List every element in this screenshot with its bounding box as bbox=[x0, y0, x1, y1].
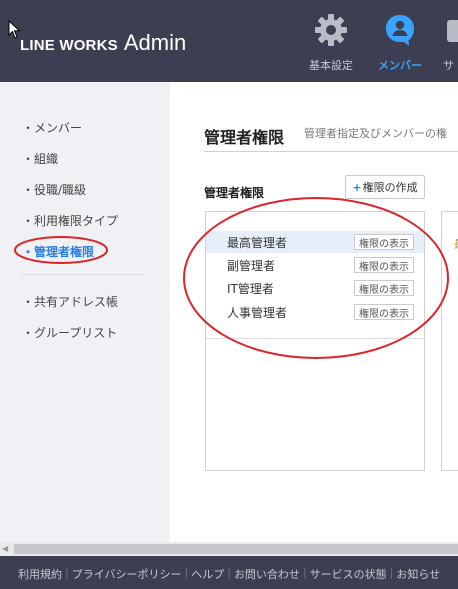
create-permission-button[interactable]: + 権限の作成 bbox=[345, 175, 425, 199]
footer-separator: | bbox=[184, 566, 189, 579]
sidebar-divider bbox=[22, 274, 144, 275]
sidebar-item-position[interactable]: ・役職/職級 bbox=[22, 181, 86, 198]
footer-separator: | bbox=[302, 566, 307, 579]
admin-role-list: 最高管理者 権限の表示 副管理者 権限の表示 IT管理者 権限の表示 人事管理者… bbox=[205, 211, 425, 471]
page-title: 管理者権限 bbox=[204, 128, 285, 147]
service-icon bbox=[447, 20, 458, 42]
footer-separator: | bbox=[389, 566, 394, 579]
sidebar: ・メンバー ・組織 ・役職/職級 ・利用権限タイプ ・管理者権限 ・共有アドレス… bbox=[0, 82, 170, 542]
nav-service-label: サ bbox=[443, 59, 454, 72]
footer-link-contact[interactable]: お問い合わせ bbox=[234, 566, 300, 582]
footer-link-privacy[interactable]: プライバシーポリシー bbox=[72, 566, 182, 582]
sidebar-item-usage-permission-type[interactable]: ・利用権限タイプ bbox=[22, 212, 118, 229]
plus-icon: + bbox=[352, 180, 362, 194]
section-title: 管理者権限 bbox=[204, 186, 265, 200]
footer-link-service-status[interactable]: サービスの状態 bbox=[310, 566, 387, 582]
nav-service[interactable]: サ bbox=[440, 0, 458, 82]
role-row-super-admin[interactable]: 最高管理者 権限の表示 bbox=[206, 231, 424, 253]
sidebar-item-organization[interactable]: ・組織 bbox=[22, 150, 58, 167]
title-divider bbox=[204, 151, 458, 152]
sidebar-item-member[interactable]: ・メンバー bbox=[22, 119, 82, 136]
main-content: 管理者権限 管理者指定及びメンバーの権 管理者権限 + 権限の作成 最高管理者 … bbox=[170, 82, 458, 542]
role-row-sub-admin[interactable]: 副管理者 権限の表示 bbox=[206, 254, 424, 276]
role-name: 副管理者 bbox=[227, 258, 276, 273]
footer-link-notice[interactable]: お知らせ bbox=[396, 566, 440, 582]
logo-product: Admin bbox=[123, 30, 187, 55]
nav-member[interactable]: メンバー bbox=[372, 0, 428, 82]
member-icon bbox=[386, 15, 414, 46]
logo-brand: LINE WORKS bbox=[20, 37, 118, 54]
app-logo[interactable]: LINE WORKS Admin bbox=[20, 30, 186, 56]
footer-separator: | bbox=[65, 566, 69, 579]
role-row-hr-admin[interactable]: 人事管理者 権限の表示 bbox=[206, 301, 424, 323]
scroll-left-arrow-icon[interactable]: ◀ bbox=[2, 544, 8, 553]
sidebar-item-shared-address-book[interactable]: ・共有アドレス帳 bbox=[22, 293, 118, 310]
nav-basic-settings-label: 基本設定 bbox=[309, 59, 353, 72]
footer-links: 利用規約 | プライバシーポリシー | ヘルプ | お問い合わせ | サービスの… bbox=[18, 566, 440, 582]
sidebar-item-group-list[interactable]: ・グループリスト bbox=[22, 324, 117, 341]
role-row-it-admin[interactable]: IT管理者 権限の表示 bbox=[206, 277, 424, 299]
view-permission-button[interactable]: 権限の表示 bbox=[354, 234, 414, 250]
footer-separator: | bbox=[227, 566, 231, 579]
view-permission-button[interactable]: 権限の表示 bbox=[354, 280, 414, 296]
list-divider bbox=[206, 338, 424, 339]
nav-basic-settings[interactable]: 基本設定 bbox=[302, 0, 360, 82]
footer: 利用規約 | プライバシーポリシー | ヘルプ | お問い合わせ | サービスの… bbox=[0, 556, 458, 589]
gear-icon bbox=[315, 14, 347, 46]
top-header: LINE WORKS Admin 基本設定 メンバー サ bbox=[0, 0, 458, 82]
page-description: 管理者指定及びメンバーの権 bbox=[304, 127, 447, 140]
create-permission-label: 権限の作成 bbox=[362, 181, 418, 194]
scrollbar-thumb[interactable] bbox=[14, 544, 458, 554]
footer-link-terms[interactable]: 利用規約 bbox=[18, 566, 62, 582]
view-permission-button[interactable]: 権限の表示 bbox=[354, 304, 414, 320]
role-name: 人事管理者 bbox=[227, 305, 288, 320]
footer-link-help[interactable]: ヘルプ bbox=[191, 566, 224, 582]
sidebar-item-admin-permission[interactable]: ・管理者権限 bbox=[22, 243, 94, 260]
view-permission-button[interactable]: 権限の表示 bbox=[354, 257, 414, 273]
horizontal-scrollbar[interactable]: ◀ bbox=[0, 542, 458, 556]
detail-panel-mark: 最 bbox=[454, 236, 458, 252]
role-name: IT管理者 bbox=[227, 281, 274, 296]
nav-member-label: メンバー bbox=[378, 59, 422, 72]
role-name: 最高管理者 bbox=[227, 235, 288, 250]
